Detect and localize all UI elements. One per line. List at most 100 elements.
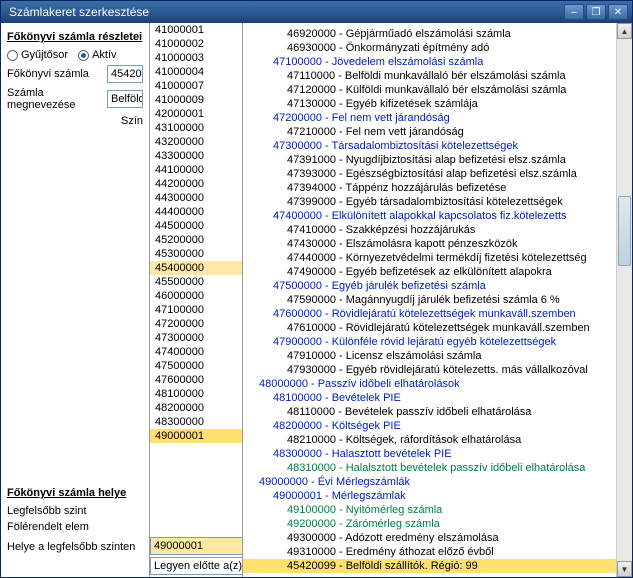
tree-pane: 46920000 - Gépjárműadó elszámolási száml… [243,23,632,577]
tree-node[interactable]: 47210000 - Fel nem vett járandóság [243,125,616,139]
tree-node[interactable]: 49100000 - Nyitómérleg számla [243,503,616,517]
dropdown-item[interactable]: 44100000 [150,163,242,177]
dropdown-item[interactable]: 47200000 [150,317,242,331]
minimize-button[interactable]: – [564,4,584,20]
dropdown-item[interactable]: 48100000 [150,387,242,401]
titlebar: Számlakeret szerkesztése – ❐ ✕ [1,1,632,23]
tree-node[interactable]: 47590000 - Magánnyugdíj járulék befizeté… [243,293,616,307]
tree-node[interactable]: 47200000 - Fel nem vett járandóság [243,111,616,125]
tree-node[interactable]: 49200000 - Zárómérleg számla [243,517,616,531]
radio-active-row[interactable]: Aktív [78,49,116,61]
dropdown-item[interactable]: 48300000 [150,415,242,429]
tree-node[interactable]: 47490000 - Egyéb befizetések az elkülöní… [243,265,616,279]
tree-node[interactable]: 47440000 - Környezetvédelmi termékdíj fi… [243,251,616,265]
tree-node[interactable]: 47410000 - Szakképzési hozzájárukás [243,223,616,237]
scroll-down-button[interactable]: ▼ [617,561,632,577]
dropdown-item[interactable]: 47600000 [150,373,242,387]
tree-node[interactable]: 47391000 - Nyugdíjbiztosítási alap befiz… [243,153,616,167]
window-title: Számlakeret szerkesztése [5,5,562,19]
tree-node[interactable]: 49000001 - Mérlegszámlak [243,489,616,503]
tree-node[interactable]: 47500000 - Egyéb járulék befizetési szám… [243,279,616,293]
tree-node[interactable]: 48110000 - Bevételek passzív időbeli elh… [243,405,616,419]
scroll-up-button[interactable]: ▲ [617,23,632,39]
dropdown-item[interactable]: 47500000 [150,359,242,373]
tree-node[interactable]: 47393000 - Egészségbiztosítási alap befi… [243,167,616,181]
dropdown-item[interactable]: 44400000 [150,205,242,219]
dropdown-item[interactable]: 43100000 [150,121,242,135]
dropdown-item[interactable]: 45400000 [150,261,242,275]
fokonyvi-input[interactable]: 45420099 [107,65,143,83]
folerendelt-value: 49000001 [154,540,203,552]
tree-node[interactable]: 47900000 - Különféle rövid lejáratú egyé… [243,335,616,349]
tree-node[interactable]: 47399000 - Egyéb társadalombiztosítási k… [243,195,616,209]
tree-node[interactable]: 48310000 - Halalsztott bevételek passzív… [243,461,616,475]
dropdown-item[interactable]: 47100000 [150,303,242,317]
radio-gyujtosor[interactable] [7,50,18,61]
left-pane: Főkönyvi számla részletei Gyűjtősor Aktí… [1,23,149,577]
radio-group-row[interactable]: Gyűjtősor [7,49,68,61]
fokonyvi-label: Főkönyvi számla [7,68,107,80]
tree-node[interactable]: 47100000 - Jövedelem elszámolási számla [243,55,616,69]
tree-node[interactable]: 47300000 - Társadalombiztosítási kötelez… [243,139,616,153]
tree-node[interactable]: 48000000 - Passzív időbeli elhatárolások [243,377,616,391]
tree-node[interactable]: 48210000 - Költségek, ráfordítások elhat… [243,433,616,447]
dropdown-item[interactable]: 45300000 [150,247,242,261]
legfelsobb-label: Legfelsőbb szint [7,505,87,517]
tree-node[interactable]: 48200000 - Költségek PIE [243,419,616,433]
helye-label: Helye a legfelsőbb szinten [7,541,135,553]
tree-node[interactable]: 47394000 - Táppénz hozzájárulás befizeté… [243,181,616,195]
tree-node[interactable]: 46930000 - Önkormányzati építmény adó [243,41,616,55]
tree-node[interactable]: 47400000 - Elkülönített alapokkal kapcso… [243,209,616,223]
dropdown-item[interactable]: 41000001 [150,23,242,37]
dropdown-item[interactable]: 45500000 [150,275,242,289]
dropdown-item[interactable]: 46000000 [150,289,242,303]
maximize-button[interactable]: ❐ [586,4,606,20]
dropdown-item[interactable]: 44300000 [150,191,242,205]
tree-node[interactable]: 47910000 - Licensz elszámolási számla [243,349,616,363]
megnev-label: Számla megnevezése [7,87,107,111]
tree-node[interactable]: 48300000 - Halasztott bevételek PIE [243,447,616,461]
tree-node[interactable]: 47430000 - Elszámolásra kapott pénzeszkö… [243,237,616,251]
dropdown-list[interactable]: 4100000141000002410000034100000441000007… [149,23,243,577]
tree-node[interactable]: 49000000 - Évi Mérlegszámlák [243,475,616,489]
dropdown-item[interactable]: 49000001 [150,429,242,443]
account-tree[interactable]: 46920000 - Gépjárműadó elszámolási száml… [243,23,616,577]
tree-node[interactable]: 47130000 - Egyéb kifizetések számlája [243,97,616,111]
dropdown-item[interactable]: 41000009 [150,93,242,107]
vertical-scrollbar[interactable]: ▲ ▼ [616,23,632,577]
folerendelt-select[interactable]: 49000001 ▼ [150,537,243,555]
dropdown-item[interactable]: 44500000 [150,219,242,233]
tree-node[interactable]: 47930000 - Egyéb rövidlejáratú kötelezet… [243,363,616,377]
radio-gyujtosor-label: Gyűjtősor [21,49,68,61]
dropdown-item[interactable]: 48200000 [150,401,242,415]
dropdown-item[interactable]: 47300000 [150,331,242,345]
tree-node[interactable]: 49310000 - Eredmény áthozat előző évből [243,545,616,559]
tree-node[interactable]: 47120000 - Külföldi munkavállaló bér els… [243,83,616,97]
tree-node[interactable]: 47110000 - Belföldi munkavállaló bér els… [243,69,616,83]
dropdown-item[interactable]: 41000007 [150,79,242,93]
tree-node[interactable]: 46920000 - Gépjárműadó elszámolási száml… [243,27,616,41]
tree-node[interactable]: 49300000 - Adózott eredmény elszámolása [243,531,616,545]
dropdown-item[interactable]: 41000003 [150,51,242,65]
scroll-track[interactable] [617,39,632,561]
dropdown-item[interactable]: 45200000 [150,233,242,247]
tree-node[interactable]: 45420099 - Belföldi szállítók. Régió: 99 [243,559,616,573]
dropdown-item[interactable]: 44200000 [150,177,242,191]
scroll-thumb[interactable] [618,196,631,266]
helye-value: Legyen előtte a(z): [154,560,243,572]
tree-node[interactable]: 47600000 - Rövidlejáratú kötelezettségek… [243,307,616,321]
dropdown-item[interactable]: 41000004 [150,65,242,79]
body: Főkönyvi számla részletei Gyűjtősor Aktí… [1,23,632,577]
dropdown-item[interactable]: 41000002 [150,37,242,51]
dropdown-item[interactable]: 42000001 [150,107,242,121]
close-button[interactable]: ✕ [608,4,628,20]
dropdown-item[interactable]: 43300000 [150,149,242,163]
szin-label: Szín [121,115,143,127]
megnev-input[interactable]: Belföldi s [107,90,143,108]
dropdown-item[interactable]: 47400000 [150,345,242,359]
radio-aktiv[interactable] [78,50,89,61]
tree-node[interactable]: 47610000 - Rövidlejáratú kötelezettségek… [243,321,616,335]
helye-select[interactable]: Legyen előtte a(z): ▼ [150,557,243,575]
tree-node[interactable]: 48100000 - Bevételek PIE [243,391,616,405]
dropdown-item[interactable]: 43200000 [150,135,242,149]
